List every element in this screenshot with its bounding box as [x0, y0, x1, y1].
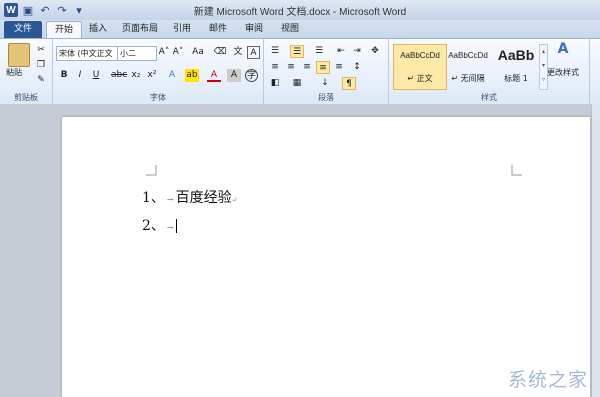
paragraph-mark-icon: ↵ — [231, 196, 238, 204]
list-item-1[interactable]: 1、 → 百度经验↵ — [142, 187, 238, 207]
format-painter-icon[interactable]: ✎ — [34, 74, 48, 87]
styles-group-label: 样式 — [481, 93, 497, 102]
character-shading-icon[interactable]: A — [227, 69, 241, 82]
style-no-spacing-name: ↵ 无间隔 — [451, 74, 485, 83]
text-cursor — [175, 219, 177, 233]
highlight-color-icon[interactable]: ab — [185, 69, 199, 82]
list-number: 2、 — [142, 218, 165, 234]
paste-button-label[interactable]: 粘贴 — [6, 67, 22, 78]
style-heading-1[interactable]: AaBb 标题 1 — [489, 44, 543, 90]
style-normal[interactable]: AaBbCcDd ↵ 正文 — [393, 44, 447, 90]
change-styles-icon[interactable]: A — [554, 42, 572, 56]
tab-view[interactable]: 视图 — [276, 21, 304, 38]
paragraph-group: ☰ ☰ ☰ ⇤ ⇥ ✥ ≡ ≡ ≡ ≡ ≡ ↕ ◧ ▦ ↓ ¶ 段落 — [264, 39, 389, 105]
crop-mark-top-left — [146, 165, 157, 176]
strikethrough-icon[interactable]: abc — [111, 69, 127, 82]
center-icon[interactable]: ≡ — [284, 61, 298, 74]
tab-page-layout[interactable]: 页面布局 — [118, 21, 162, 38]
font-size-select[interactable]: 小二 — [117, 46, 157, 61]
document-page[interactable]: 1、 → 百度经验↵ 2、 → — [62, 117, 590, 397]
tab-arrow-icon: → — [166, 195, 174, 204]
clipboard-group: 粘贴 ✂ ❐ ✎ 剪贴板 — [0, 39, 53, 105]
character-border-icon[interactable]: A — [247, 46, 260, 59]
copy-icon[interactable]: ❐ — [34, 59, 48, 72]
justify-icon[interactable]: ≡ — [316, 61, 330, 74]
align-right-icon[interactable]: ≡ — [300, 61, 314, 74]
list-number: 1、 — [142, 190, 165, 206]
style-heading-1-name: 标题 1 — [504, 74, 528, 83]
align-left-icon[interactable]: ≡ — [268, 61, 282, 74]
multilevel-list-icon[interactable]: ☰ — [312, 45, 326, 58]
text-effects-icon[interactable]: A — [165, 69, 179, 82]
numbering-icon[interactable]: ☰ — [290, 45, 304, 58]
style-normal-sample: AaBbCcDd — [400, 51, 440, 60]
increase-indent-icon[interactable]: ⇥ — [350, 45, 364, 58]
sort-icon[interactable]: ↓ — [318, 77, 332, 90]
grow-font-icon[interactable]: A˄ — [157, 46, 171, 59]
superscript-icon[interactable]: x² — [145, 69, 159, 82]
ribbon-tabs: 文件 开始 插入 页面布局 引用 邮件 审阅 视图 — [0, 20, 600, 39]
title-bar: W ▣ ↶ ↷ ▾ 新建 Microsoft Word 文档.docx - Mi… — [0, 0, 600, 20]
watermark-logo: 系统之家 — [507, 369, 588, 391]
tab-mailings[interactable]: 邮件 — [204, 21, 232, 38]
list-item-2[interactable]: 2、 → — [142, 215, 177, 235]
font-color-icon[interactable]: A — [207, 69, 221, 82]
distributed-icon[interactable]: ≡ — [332, 61, 346, 74]
style-no-spacing[interactable]: AaBbCcDd ↵ 无间隔 — [441, 44, 495, 90]
tab-file[interactable]: 文件 — [4, 21, 42, 38]
clear-formatting-icon[interactable]: ⌫ — [213, 46, 227, 59]
clipboard-group-label: 剪贴板 — [14, 93, 38, 102]
ribbon: 粘贴 ✂ ❐ ✎ 剪贴板 宋体 (中文正文 小二 A˄ A˅ Aa ⌫ 文 A … — [0, 38, 600, 106]
tab-home[interactable]: 开始 — [46, 21, 82, 39]
bullets-icon[interactable]: ☰ — [268, 45, 282, 58]
style-normal-name: ↵ 正文 — [407, 74, 433, 83]
decrease-indent-icon[interactable]: ⇤ — [334, 45, 348, 58]
borders-icon[interactable]: ▦ — [290, 77, 304, 90]
tab-references[interactable]: 引用 — [168, 21, 196, 38]
tab-insert[interactable]: 插入 — [84, 21, 112, 38]
shading-icon[interactable]: ◧ — [268, 77, 282, 90]
paragraph-group-label: 段落 — [318, 93, 334, 102]
change-case-icon[interactable]: Aa — [191, 46, 205, 59]
style-heading-1-sample: AaBb — [497, 47, 535, 63]
underline-icon[interactable]: U — [89, 69, 103, 82]
tab-arrow-icon: → — [166, 223, 174, 232]
window-title: 新建 Microsoft Word 文档.docx - Microsoft Wo… — [193, 7, 407, 18]
vertical-scrollbar[interactable] — [591, 104, 600, 397]
show-hide-marks-icon[interactable]: ¶ — [342, 77, 356, 90]
tab-review[interactable]: 审阅 — [240, 21, 268, 38]
italic-icon[interactable]: I — [73, 69, 87, 82]
styles-group: AaBbCcDd ↵ 正文 AaBbCcDd ↵ 无间隔 AaBb 标题 1 ▴… — [389, 39, 590, 105]
bold-icon[interactable]: B — [57, 69, 71, 82]
editing-group — [590, 39, 600, 105]
crop-mark-top-right — [511, 165, 522, 176]
list-item-text: 百度经验 — [175, 190, 232, 206]
paste-icon[interactable] — [8, 43, 30, 67]
font-group-label: 字体 — [150, 93, 166, 102]
style-no-spacing-sample: AaBbCcDd — [448, 51, 488, 60]
font-family-select[interactable]: 宋体 (中文正文 — [56, 46, 118, 61]
font-group: 宋体 (中文正文 小二 A˄ A˅ Aa ⌫ 文 A B I U abc x₂ … — [53, 39, 264, 105]
enclose-characters-icon[interactable]: 字 — [245, 69, 258, 82]
subscript-icon[interactable]: x₂ — [129, 69, 143, 82]
line-spacing-icon[interactable]: ↕ — [350, 61, 364, 74]
shrink-font-icon[interactable]: A˅ — [171, 46, 185, 59]
cut-icon[interactable]: ✂ — [34, 44, 48, 57]
chinese-layout-icon[interactable]: ✥ — [368, 45, 382, 58]
change-styles-button[interactable]: 更改样式 — [547, 67, 579, 78]
phonetic-guide-icon[interactable]: 文 — [231, 46, 245, 59]
